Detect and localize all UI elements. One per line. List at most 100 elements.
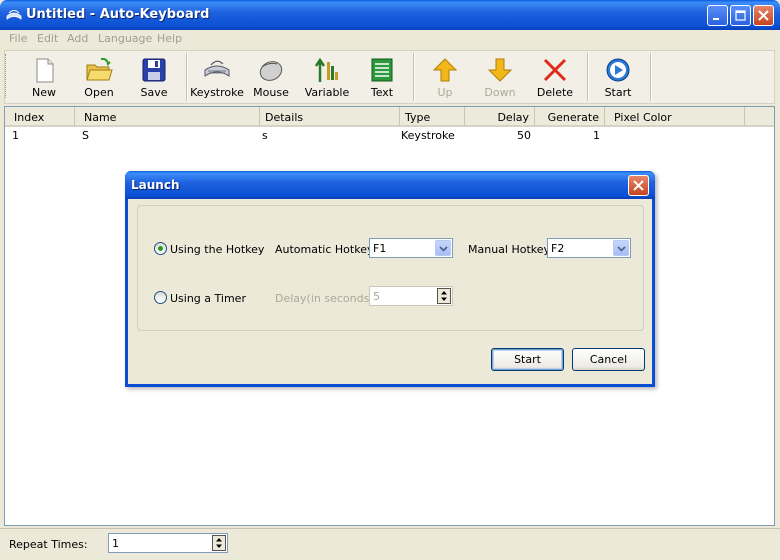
repeat-times-input[interactable]: 1 (108, 533, 228, 553)
cell-name: S (82, 129, 89, 142)
spin-up-icon (216, 538, 222, 542)
dropdown-button[interactable] (613, 240, 629, 256)
up-button[interactable]: Up (418, 52, 472, 102)
dialog-start-button[interactable]: Start (491, 348, 564, 371)
list-header: Index Name Details Type Delay Generate P… (5, 107, 774, 127)
start-label: Start (604, 86, 632, 99)
using-hotkey-label[interactable]: Using the Hotkey (170, 243, 264, 256)
text-button[interactable]: Text (355, 52, 409, 102)
close-button[interactable] (753, 5, 774, 26)
manual-hotkey-select[interactable]: F2 (547, 238, 631, 258)
keystroke-button[interactable]: Keystroke (190, 52, 244, 102)
dialog-title: Launch (131, 178, 180, 192)
menu-bar: File Edit Add Language Help (0, 30, 780, 48)
new-label: New (32, 86, 56, 99)
maximize-icon (735, 10, 746, 21)
text-label: Text (370, 86, 394, 99)
launch-options-group: Using the Hotkey Automatic Hotkey: F1 Ma… (137, 205, 644, 331)
keystroke-label: Keystroke (190, 86, 244, 99)
column-header-name[interactable]: Name (75, 107, 260, 126)
menu-file[interactable]: File (9, 32, 27, 45)
using-timer-label[interactable]: Using a Timer (170, 292, 246, 305)
dialog-cancel-button[interactable]: Cancel (572, 348, 645, 371)
mouse-icon (259, 61, 283, 81)
spin-down-icon (441, 297, 447, 301)
spin-down-icon (216, 544, 222, 548)
open-label: Open (84, 86, 114, 99)
column-header-delay[interactable]: Delay (465, 107, 535, 126)
launch-dialog: Launch Using the Hotkey Automatic Hotkey… (125, 171, 655, 387)
delete-label: Delete (536, 86, 574, 99)
delay-spin-buttons[interactable] (437, 288, 451, 304)
down-label: Down (484, 86, 516, 99)
delete-x-icon (543, 58, 567, 82)
radio-selected-dot (158, 246, 163, 251)
save-label: Save (140, 86, 168, 99)
close-icon (758, 10, 769, 21)
toolbar-grip[interactable] (5, 54, 8, 98)
automatic-hotkey-value: F1 (373, 242, 387, 255)
mouse-label: Mouse (253, 86, 289, 99)
manual-hotkey-label: Manual Hotkey: (468, 243, 553, 256)
menu-help[interactable]: Help (157, 32, 182, 45)
delay-value: 5 (373, 290, 380, 303)
cell-index: 1 (12, 129, 19, 142)
open-button[interactable]: Open (72, 52, 126, 102)
using-timer-radio[interactable] (154, 291, 167, 304)
using-hotkey-radio[interactable] (154, 242, 167, 255)
title-bar[interactable]: Untitled - Auto-Keyboard (0, 0, 780, 30)
start-button[interactable]: Start (591, 52, 645, 102)
close-icon (633, 180, 644, 191)
dialog-title-bar[interactable]: Launch (125, 171, 655, 199)
delay-label: Delay(in seconds): (275, 292, 378, 305)
arrow-down-icon (487, 58, 513, 82)
repeat-spin-buttons[interactable] (212, 535, 226, 551)
keyboard-icon (204, 60, 230, 77)
variable-sort-icon (314, 57, 338, 82)
keyboard-app-icon (6, 10, 22, 20)
manual-hotkey-value: F2 (551, 242, 565, 255)
automatic-hotkey-select[interactable]: F1 (369, 238, 453, 258)
dropdown-button[interactable] (435, 240, 451, 256)
column-header-generate[interactable]: Generate (535, 107, 605, 126)
open-folder-icon (86, 57, 113, 81)
new-button[interactable]: New (17, 52, 71, 102)
up-label: Up (437, 86, 453, 99)
chevron-down-icon (617, 246, 626, 252)
menu-language[interactable]: Language (98, 32, 152, 45)
arrow-up-icon (432, 58, 458, 82)
cell-delay: 50 (517, 129, 531, 142)
delete-button[interactable]: Delete (528, 52, 582, 102)
text-list-icon (371, 58, 393, 82)
toolbar-separator (413, 53, 415, 101)
cell-type: Keystroke (401, 129, 455, 142)
column-header-type[interactable]: Type (400, 107, 465, 126)
window-title: Untitled - Auto-Keyboard (26, 7, 210, 22)
maximize-button[interactable] (730, 5, 751, 26)
mouse-button[interactable]: Mouse (244, 52, 298, 102)
automatic-hotkey-label: Automatic Hotkey: (275, 243, 377, 256)
save-button[interactable]: Save (127, 52, 181, 102)
column-header-details[interactable]: Details (260, 107, 400, 126)
dialog-close-button[interactable] (628, 175, 649, 196)
down-button[interactable]: Down (473, 52, 527, 102)
toolbar-separator (650, 53, 652, 101)
menu-edit[interactable]: Edit (37, 32, 58, 45)
toolbar-separator (587, 53, 589, 101)
cell-details: s (262, 129, 268, 142)
minimize-button[interactable] (707, 5, 728, 26)
cell-generate: 1 (593, 129, 600, 142)
delay-seconds-input[interactable]: 5 (369, 286, 453, 306)
chevron-down-icon (439, 246, 448, 252)
menu-add[interactable]: Add (67, 32, 88, 45)
column-header-pixel-color[interactable]: Pixel Color (605, 107, 745, 126)
variable-button[interactable]: Variable (300, 52, 354, 102)
status-bar: Repeat Times: 1 (0, 528, 780, 560)
application-window: Untitled - Auto-Keyboard File Edit Add L… (0, 0, 780, 560)
column-header-index[interactable]: Index (5, 107, 75, 126)
toolbar-separator (186, 53, 188, 101)
new-document-icon (36, 58, 54, 83)
minimize-icon (713, 18, 719, 20)
spin-up-icon (441, 291, 447, 295)
play-icon (606, 58, 630, 82)
